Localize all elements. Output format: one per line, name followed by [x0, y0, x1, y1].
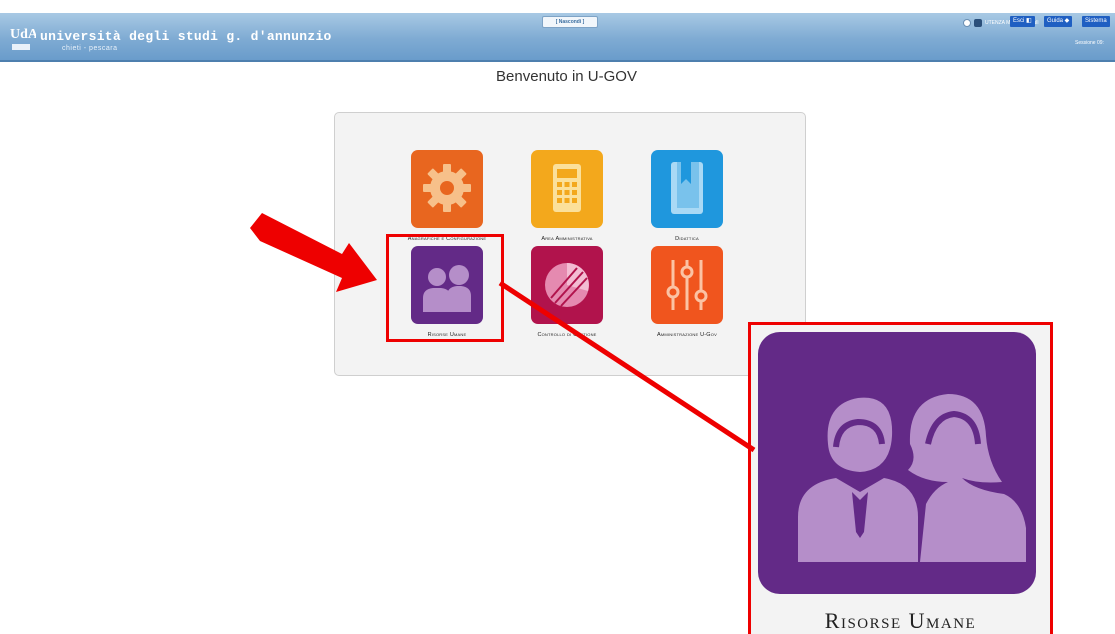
session-info: Sessione 09: [1075, 40, 1104, 46]
tile-label-amministrazione-ugov[interactable]: Amministrazione U-Gov [627, 332, 747, 338]
tile-label-controllo-gestione[interactable]: Controllo di Gestione [507, 332, 627, 338]
user-icon [974, 19, 982, 27]
zoom-label: Risorse Umane [824, 608, 977, 633]
calculator-icon [553, 164, 581, 212]
university-name: università degli studi g. d'annunzio [40, 29, 332, 44]
highlight-box [386, 234, 504, 342]
pie-chart-icon [545, 263, 589, 307]
tile-label-area-amministrativa[interactable]: Area Amministrativa [507, 236, 627, 242]
book-icon [671, 162, 703, 214]
university-logo[interactable]: UdA [10, 22, 39, 50]
app-header: UdA università degli studi g. d'annunzio… [0, 13, 1115, 62]
university-subtitle: chieti - pescara [62, 45, 118, 52]
hide-toggle-button[interactable]: [ Nascondi ] [542, 16, 598, 28]
gear-icon [423, 164, 471, 212]
tile-amministrazione-ugov[interactable] [651, 246, 723, 324]
guide-button[interactable]: Guida ◆ [1044, 16, 1073, 27]
settings-icon[interactable] [963, 19, 971, 27]
tile-area-amministrativa[interactable] [531, 150, 603, 228]
people-icon [798, 394, 1026, 562]
sliders-icon [666, 260, 708, 310]
logo-mark-text: UdA [10, 27, 36, 42]
tile-label-didattica[interactable]: Didattica [627, 236, 747, 242]
system-button[interactable]: Sistema [1082, 16, 1110, 27]
page-title: Benvenuto in U-GOV [496, 68, 637, 85]
zoom-tile-risorse-umane [758, 332, 1036, 594]
zoom-callout: Risorse Umane [748, 322, 1053, 634]
tile-anagrafiche[interactable] [411, 150, 483, 228]
tile-controllo-gestione[interactable] [531, 246, 603, 324]
tile-didattica[interactable] [651, 150, 723, 228]
exit-button[interactable]: Esci ◧ [1010, 16, 1035, 27]
